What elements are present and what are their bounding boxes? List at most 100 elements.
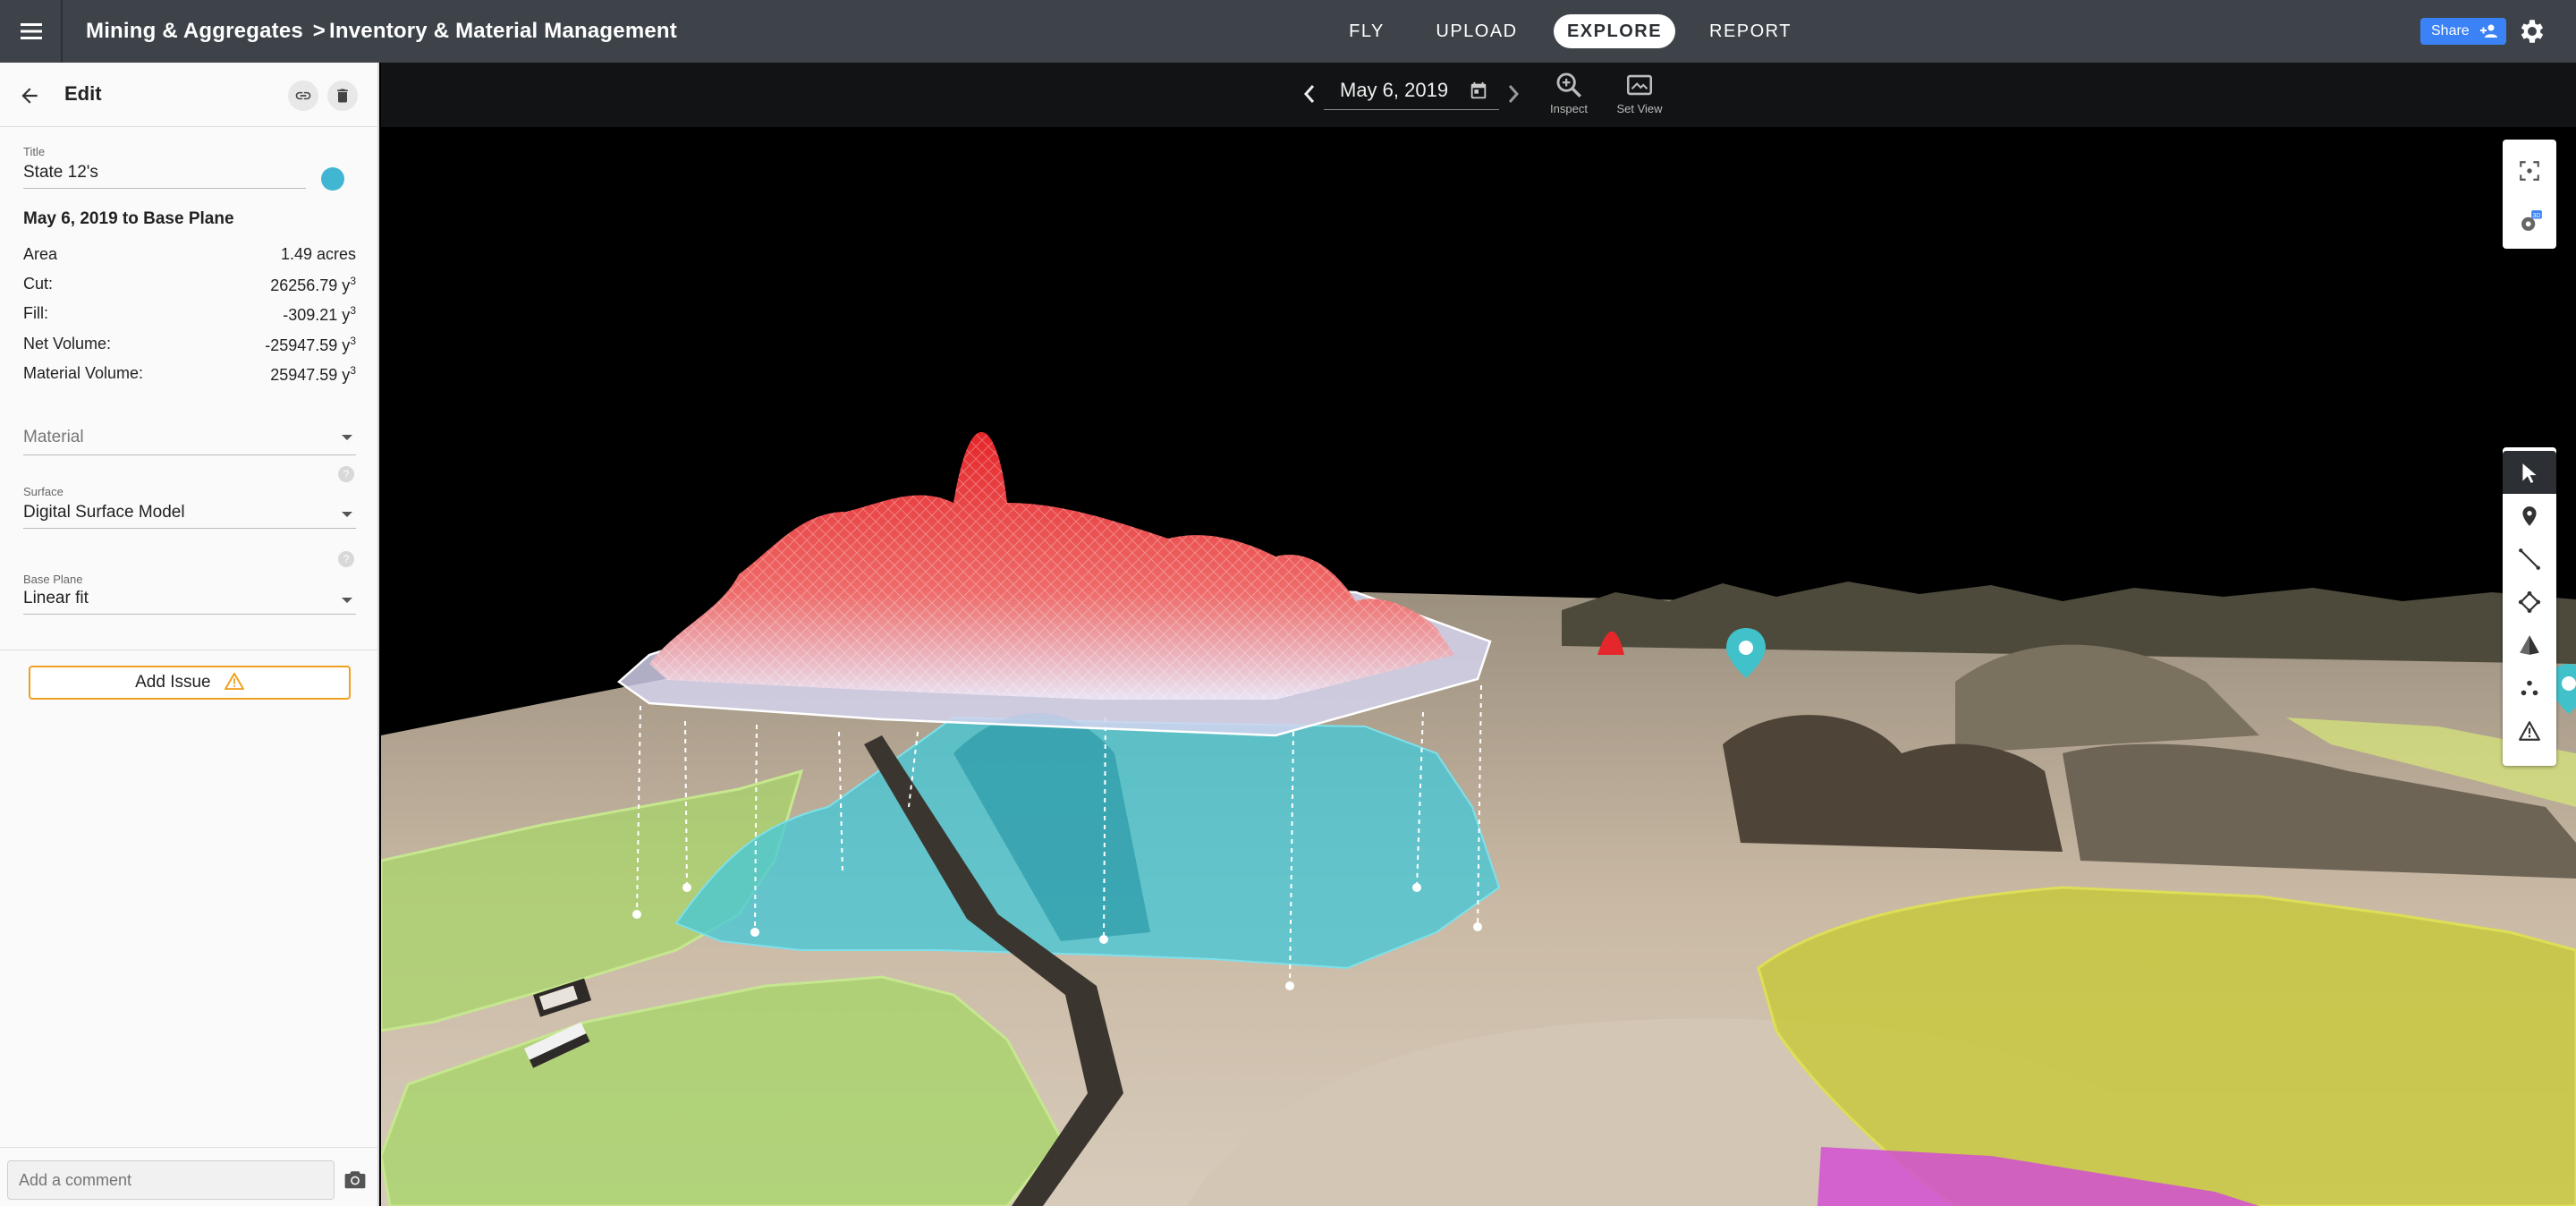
gear-icon [2521,20,2544,43]
cut-volume-mesh [649,431,1454,700]
chevron-down-icon [342,512,352,517]
edit-panel: Edit Title State 12's May 6, 2019 to Bas… [0,63,379,1206]
place-marker-tool-button[interactable] [2503,494,2556,537]
volume-tool-button[interactable] [2503,623,2556,666]
breadcrumb-parent[interactable]: Mining & Aggregates [86,19,303,43]
chevron-right-icon[interactable] [1504,81,1522,107]
metric-row-fill: Fill: -309.21 y3 [23,301,356,326]
copy-link-button[interactable] [288,81,318,111]
title-underline [23,188,306,189]
help-icon[interactable]: ? [338,466,354,482]
comment-bar [0,1147,377,1206]
calendar-icon[interactable] [1469,81,1488,100]
3d-settings-button[interactable]: 3D [2503,199,2556,242]
material-select[interactable]: Material [23,417,356,455]
title-field-label: Title [23,145,46,158]
add-issue-label: Add Issue [135,673,211,692]
metric-value: 26256.79 y3 [270,275,356,294]
menu-button[interactable] [0,0,63,63]
help-icon[interactable]: ? [338,551,354,567]
chevron-down-icon [342,598,352,603]
set-view-tool-button[interactable]: Set View [1611,70,1668,122]
top-bar: Mining & Aggregates > Inventory & Materia… [0,0,2576,63]
measure-line-icon [2519,548,2540,570]
measure-toolbar [2503,447,2556,766]
surface-select[interactable]: Digital Surface Model [23,499,356,535]
polygon-icon [2518,590,2541,614]
nav-tab-explore[interactable]: EXPLORE [1554,14,1675,48]
camera-icon[interactable] [343,1169,367,1191]
share-label: Share [2431,23,2470,38]
metric-label: Net Volume: [23,335,112,352]
fullscreen-button[interactable] [2503,149,2556,191]
hamburger-icon [21,23,42,39]
add-people-icon [2480,24,2497,38]
title-field[interactable]: State 12's [23,163,98,183]
focus-frame-icon [2520,161,2539,181]
edit-title: Edit [64,82,102,105]
nav-tab-fly[interactable]: FLY [1324,14,1410,48]
site-3d-scene[interactable] [381,127,2576,1206]
metric-value: -309.21 y3 [283,304,356,324]
3d-badge: 3D [2533,213,2541,219]
comparison-title: May 6, 2019 to Base Plane [23,209,234,228]
add-issue-button[interactable]: Add Issue [29,666,351,700]
issue-tool-button[interactable] [2503,709,2556,752]
trash-icon [337,89,348,103]
base-plane-select[interactable]: Linear fit [23,585,356,621]
metric-row-net-volume: Net Volume: -25947.59 y3 [23,331,356,356]
metric-row-cut: Cut: 26256.79 y3 [23,271,356,296]
metric-label: Fill: [23,304,48,322]
warning-icon [224,672,244,691]
breadcrumb-separator: > [312,19,326,43]
map-viewport[interactable]: May 6, 2019 Inspect Set View 3D [381,63,2576,1206]
scatter-points-icon [2521,680,2538,696]
metric-row-area: Area 1.49 acres [23,242,356,267]
select-tool-button[interactable] [2503,451,2556,494]
date-underline [1324,109,1499,110]
volume-pyramid-icon [2520,635,2539,655]
surface-label: Surface [23,485,64,498]
metric-value: 25947.59 y3 [270,364,356,384]
nav-tab-report[interactable]: REPORT [1690,14,1810,48]
metric-value: 1.49 acres [280,245,356,263]
map-pin-icon [2522,506,2537,526]
material-placeholder: Material [23,428,84,446]
set-view-icon [1626,74,1653,96]
polygon-tool-button[interactable] [2503,580,2556,623]
back-arrow-icon[interactable] [18,84,41,107]
line-tool-button[interactable] [2503,537,2556,580]
settings-button[interactable] [2517,16,2547,47]
date-toolbar: May 6, 2019 Inspect Set View [381,63,2576,127]
app-root: Mining & Aggregates > Inventory & Materia… [0,0,2576,1206]
metric-label: Cut: [23,275,54,293]
metric-row-material-volume: Material Volume: 25947.59 y3 [23,361,356,386]
metric-value: -25947.59 y3 [265,335,356,354]
set-view-label: Set View [1616,102,1663,115]
marker-color-swatch[interactable] [321,167,344,191]
gear-3d-icon: 3D [2521,210,2542,231]
warning-icon [2519,721,2540,741]
delete-button[interactable] [327,81,358,111]
breadcrumb-current: Inventory & Material Management [329,19,677,43]
chevron-down-icon [342,435,352,440]
date-display[interactable]: May 6, 2019 [1340,79,1448,102]
comment-input[interactable] [7,1160,335,1200]
view-controls: 3D [2503,140,2556,249]
metric-label: Area [23,245,58,263]
cursor-arrow-icon [2522,463,2537,483]
share-button[interactable]: Share [2420,18,2506,45]
base-plane-label: Base Plane [23,573,83,586]
inspect-label: Inspect [1550,102,1588,115]
inspect-tool-button[interactable]: Inspect [1540,70,1597,122]
surface-value: Digital Surface Model [23,503,185,522]
chevron-left-icon[interactable] [1301,81,1318,107]
edit-header: Edit [0,63,379,127]
link-icon [295,91,311,100]
points-tool-button[interactable] [2503,666,2556,709]
magnify-icon [1556,72,1581,98]
nav-tab-upload[interactable]: UPLOAD [1422,14,1531,48]
page-title: Mining & Aggregates > Inventory & Materia… [86,19,677,44]
base-plane-value: Linear fit [23,589,89,607]
metric-label: Material Volume: [23,364,144,382]
